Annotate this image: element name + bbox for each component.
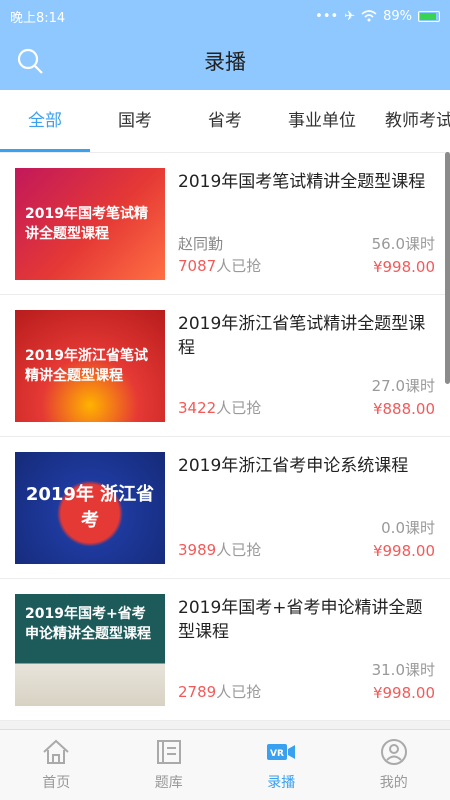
profile-icon [380, 739, 407, 765]
tab-public-institution[interactable]: 事业单位 [270, 90, 374, 152]
sold-suffix: 人已抢 [216, 257, 262, 275]
course-thumbnail: 2019年 浙江省考 [15, 452, 165, 564]
search-icon[interactable] [16, 47, 44, 75]
course-hours: 27.0课时 [371, 377, 435, 395]
nav-recorded[interactable]: VR 录播 [225, 730, 338, 800]
nav-label: 我的 [379, 775, 408, 791]
course-hours: 31.0课时 [371, 661, 435, 679]
course-title: 2019年浙江省考申论系统课程 [178, 456, 409, 476]
tab-teacher-exam[interactable]: 教师考试 [374, 90, 450, 152]
sold-suffix: 人已抢 [216, 541, 262, 559]
course-hours: 56.0课时 [371, 235, 435, 253]
sold-suffix: 人已抢 [216, 683, 262, 701]
course-sold: 2789人已抢 [178, 681, 261, 702]
course-sold: 3422人已抢 [178, 397, 261, 418]
nav-label: 录播 [267, 775, 296, 791]
course-title: 2019年国考笔试精讲全题型课程 [178, 172, 426, 192]
course-price: ¥998.00 [372, 684, 435, 702]
question-bank-icon [156, 740, 181, 764]
course-price: ¥998.00 [372, 258, 435, 276]
nav-question-bank[interactable]: 题库 [113, 730, 226, 800]
course-thumbnail: 2019年国考笔试精讲全题型课程 [15, 168, 165, 280]
course-card[interactable]: 2019年 浙江省考 2019年浙江省考申论系统课程 0.0课时 3989人已抢… [0, 437, 450, 579]
status-bar: 晚上8:14 ••• ✈ 89% [0, 0, 450, 32]
sold-count: 3989 [178, 541, 217, 559]
tab-all[interactable]: 全部 [0, 90, 90, 152]
course-title: 2019年国考+省考申论精讲全题型课程 [178, 598, 423, 642]
course-sold: 7087人已抢 [178, 255, 261, 276]
sold-suffix: 人已抢 [216, 399, 262, 417]
wifi-icon [361, 10, 377, 22]
sold-count: 3422 [178, 399, 217, 417]
nav-label: 首页 [42, 775, 71, 791]
more-icon: ••• [315, 8, 339, 24]
course-card[interactable]: 2019年国考+省考申论精讲全题型课程 2019年国考+省考申论精讲全题型课程 … [0, 579, 450, 721]
sold-count: 7087 [178, 257, 217, 275]
bottom-nav: 首页 题库 VR 录播 我的 [0, 729, 450, 800]
course-thumbnail: 2019年浙江省笔试精讲全题型课程 [15, 310, 165, 422]
battery-level: 89% [383, 8, 412, 24]
course-thumbnail: 2019年国考+省考申论精讲全题型课程 [15, 594, 165, 706]
sold-count: 2789 [178, 683, 217, 701]
course-teacher: 赵同勤 [178, 235, 224, 253]
scrollbar[interactable] [445, 152, 450, 384]
app-header: 录播 [0, 32, 450, 90]
nav-label: 题库 [154, 775, 183, 791]
nav-home[interactable]: 首页 [0, 730, 113, 800]
status-time: 晚上8:14 [10, 10, 66, 26]
course-price: ¥888.00 [372, 400, 435, 418]
category-tabs: 全部 国考 省考 事业单位 教师考试 [0, 90, 450, 153]
status-indicators: ••• ✈ 89% [315, 9, 440, 24]
course-hours: 0.0课时 [381, 519, 435, 537]
course-price: ¥998.00 [372, 542, 435, 560]
battery-icon [418, 10, 440, 22]
page-title: 录播 [204, 50, 246, 74]
course-card[interactable]: 2019年浙江省笔试精讲全题型课程 2019年浙江省笔试精讲全题型课程 27.0… [0, 295, 450, 437]
tab-provincial-exam[interactable]: 省考 [180, 90, 270, 152]
airplane-icon: ✈ [344, 8, 356, 24]
nav-profile[interactable]: 我的 [338, 730, 450, 800]
course-card[interactable]: 2019年国考笔试精讲全题型课程 2019年国考笔试精讲全题型课程 赵同勤 56… [0, 153, 450, 295]
course-sold: 3989人已抢 [178, 539, 261, 560]
vr-video-icon: VR [267, 744, 296, 760]
course-title: 2019年浙江省笔试精讲全题型课程 [178, 314, 426, 358]
svg-text:VR: VR [270, 749, 284, 759]
home-icon [43, 739, 69, 764]
course-list: 2019年国考笔试精讲全题型课程 2019年国考笔试精讲全题型课程 赵同勤 56… [0, 153, 450, 721]
tab-national-exam[interactable]: 国考 [90, 90, 180, 152]
